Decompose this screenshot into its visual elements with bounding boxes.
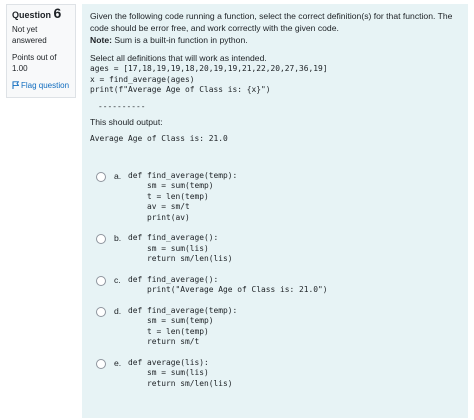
question-code: ages = [17,18,19,19,18,20,19,19,21,22,20… [90, 64, 328, 94]
flag-icon [12, 81, 19, 89]
option-b-checkbox[interactable] [96, 234, 106, 244]
answer-option-d[interactable]: d. def find_average(temp): sm = sum(temp… [96, 306, 460, 348]
option-a-letter: a. [114, 170, 122, 181]
question-note: Note: Sum is a built-in function in pyth… [90, 34, 460, 46]
note-label: Note: [90, 35, 112, 45]
output-intro: This should output: [90, 117, 163, 127]
question-instruction: Select all definitions that will work as… [90, 53, 267, 63]
question-info-panel: Question 6 Not yet answered Points out o… [6, 4, 76, 98]
note-text: Sum is a built-in function in python. [111, 35, 248, 45]
answer-options: a. def find_average(temp): sm = sum(temp… [90, 171, 460, 390]
option-e-code: def average(lis): sm = sum(lis) return s… [128, 357, 233, 388]
option-c-letter: c. [114, 274, 121, 285]
question-status: Not yet answered [12, 25, 47, 45]
question-content: Given the following code running a funct… [82, 4, 468, 418]
separator-line: ---------- [98, 101, 146, 111]
answer-option-b[interactable]: b. def find_average(): sm = sum(lis) ret… [96, 233, 460, 265]
option-c-checkbox[interactable] [96, 275, 106, 286]
option-b-code: def find_average(): sm = sum(lis) return… [128, 233, 233, 263]
question-points: Points out of 1.00 [12, 53, 57, 73]
expected-output: Average Age of Class is: 21.0 [90, 134, 228, 143]
option-a-code: def find_average(temp): sm = sum(temp) t… [128, 170, 238, 222]
answer-option-a[interactable]: a. def find_average(temp): sm = sum(temp… [96, 171, 460, 224]
answer-option-c[interactable]: c. def find_average(): print("Average Ag… [96, 275, 460, 296]
question-label: Question [12, 10, 52, 20]
option-d-letter: d. [114, 305, 122, 316]
option-a-checkbox[interactable] [96, 171, 106, 182]
option-e-checkbox[interactable] [96, 358, 106, 369]
flag-question-link[interactable]: Flag question [12, 80, 70, 91]
option-d-code: def find_average(temp): sm = sum(temp) t… [128, 305, 238, 347]
question-number: 6 [53, 5, 62, 21]
option-d-checkbox[interactable] [96, 306, 106, 317]
answer-option-e[interactable]: e. def average(lis): sm = sum(lis) retur… [96, 358, 460, 390]
question-intro: Given the following code running a funct… [90, 11, 453, 33]
option-c-code: def find_average(): print("Average Age o… [128, 274, 328, 295]
flag-question-label: Flag question [21, 81, 70, 90]
question-heading: Question 6 [12, 5, 70, 21]
option-e-letter: e. [114, 357, 122, 368]
option-b-letter: b. [114, 233, 122, 243]
question-text: Given the following code running a funct… [90, 10, 460, 145]
